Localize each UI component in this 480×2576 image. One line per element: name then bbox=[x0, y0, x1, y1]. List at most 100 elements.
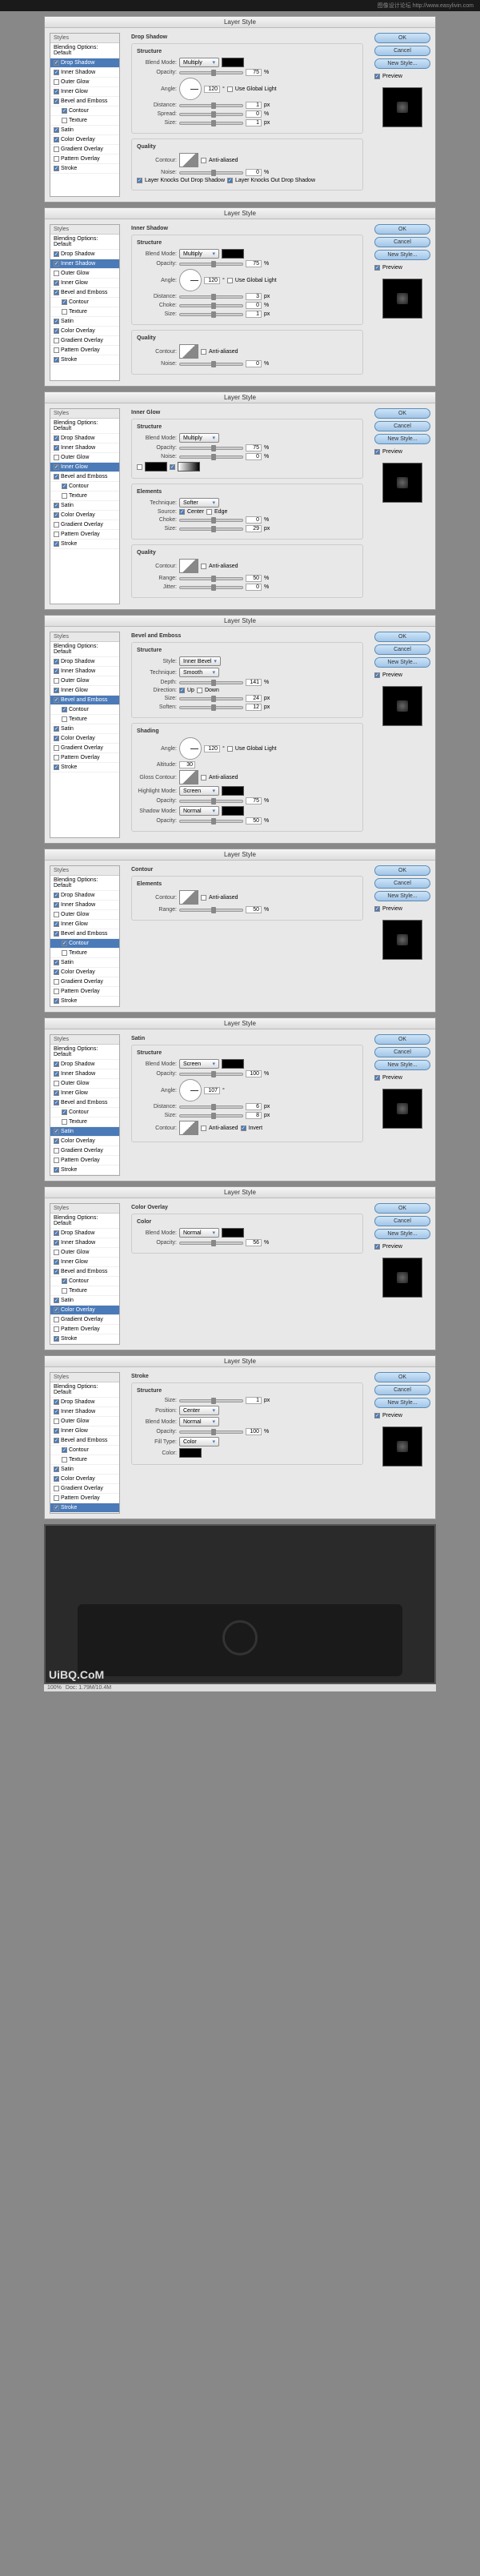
style-item-drop-shadow[interactable]: Drop Shadow bbox=[50, 1060, 119, 1069]
value-input[interactable]: 107 bbox=[204, 1087, 220, 1094]
value-input[interactable]: 50 bbox=[246, 906, 262, 913]
style-item-inner-glow[interactable]: Inner Glow bbox=[50, 463, 119, 472]
preview-checkbox[interactable] bbox=[374, 1413, 380, 1418]
value-input[interactable]: 75 bbox=[246, 797, 262, 804]
value-input[interactable]: 1 bbox=[246, 102, 262, 109]
style-item-inner-shadow[interactable]: Inner Shadow bbox=[50, 68, 119, 78]
checkbox-icon[interactable] bbox=[62, 108, 67, 114]
value-input[interactable]: 100 bbox=[246, 1070, 262, 1077]
cancel-button[interactable]: Cancel bbox=[374, 421, 430, 431]
style-item-inner-glow[interactable]: Inner Glow bbox=[50, 279, 119, 288]
style-item-contour[interactable]: Contour bbox=[50, 1277, 119, 1286]
checkbox-icon[interactable] bbox=[54, 338, 59, 343]
style-item-pattern-overlay[interactable]: Pattern Overlay bbox=[50, 1156, 119, 1166]
checkbox-icon[interactable] bbox=[54, 912, 59, 917]
checkbox-icon[interactable] bbox=[54, 688, 59, 693]
color-swatch[interactable] bbox=[222, 786, 244, 796]
preview-checkbox[interactable] bbox=[374, 906, 380, 912]
style-item-outer-glow[interactable]: Outer Glow bbox=[50, 453, 119, 463]
checkbox-icon[interactable] bbox=[54, 1307, 59, 1313]
ok-button[interactable]: OK bbox=[374, 865, 430, 876]
style-item-satin[interactable]: Satin bbox=[50, 1127, 119, 1137]
cancel-button[interactable]: Cancel bbox=[374, 644, 430, 655]
slider[interactable] bbox=[179, 909, 243, 912]
value-input[interactable]: 29 bbox=[246, 525, 262, 532]
checkbox[interactable] bbox=[241, 1125, 246, 1131]
checkbox-icon[interactable] bbox=[54, 1230, 59, 1236]
checkbox-icon[interactable] bbox=[54, 290, 59, 295]
style-item-stroke[interactable]: Stroke bbox=[50, 1503, 119, 1513]
checkbox-icon[interactable] bbox=[54, 1428, 59, 1434]
value-input[interactable]: 0 bbox=[246, 169, 262, 176]
color-swatch[interactable] bbox=[179, 1448, 202, 1458]
style-item-color-overlay[interactable]: Color Overlay bbox=[50, 1475, 119, 1484]
checkbox-icon[interactable] bbox=[54, 960, 59, 965]
slider[interactable] bbox=[179, 313, 243, 316]
style-item-blending-options-default[interactable]: Blending Options: Default bbox=[50, 876, 119, 891]
slider[interactable] bbox=[179, 363, 243, 366]
contour-picker[interactable] bbox=[179, 770, 198, 784]
slider[interactable] bbox=[179, 1114, 243, 1117]
style-item-texture[interactable]: Texture bbox=[50, 1117, 119, 1127]
dropdown[interactable]: Softer bbox=[179, 498, 219, 508]
style-item-inner-shadow[interactable]: Inner Shadow bbox=[50, 1069, 119, 1079]
checkbox-icon[interactable] bbox=[54, 921, 59, 927]
style-item-drop-shadow[interactable]: Drop Shadow bbox=[50, 1398, 119, 1407]
style-item-blending-options-default[interactable]: Blending Options: Default bbox=[50, 43, 119, 58]
dropdown[interactable]: Multiply bbox=[179, 433, 219, 443]
checkbox-icon[interactable] bbox=[54, 455, 59, 460]
value-input[interactable]: 30 bbox=[179, 761, 195, 768]
style-item-drop-shadow[interactable]: Drop Shadow bbox=[50, 250, 119, 259]
color-swatch[interactable] bbox=[222, 1228, 244, 1238]
style-item-gradient-overlay[interactable]: Gradient Overlay bbox=[50, 1484, 119, 1494]
slider[interactable] bbox=[179, 104, 243, 107]
checkbox-icon[interactable] bbox=[54, 1081, 59, 1086]
checkbox-icon[interactable] bbox=[62, 118, 67, 123]
checkbox-icon[interactable] bbox=[62, 1109, 67, 1115]
checkbox-icon[interactable] bbox=[62, 1119, 67, 1125]
style-item-pattern-overlay[interactable]: Pattern Overlay bbox=[50, 987, 119, 997]
slider[interactable] bbox=[179, 71, 243, 74]
checkbox-icon[interactable] bbox=[54, 678, 59, 684]
slider[interactable] bbox=[179, 1242, 243, 1245]
style-item-color-overlay[interactable]: Color Overlay bbox=[50, 734, 119, 744]
value-input[interactable]: 120 bbox=[204, 277, 220, 284]
style-item-gradient-overlay[interactable]: Gradient Overlay bbox=[50, 145, 119, 154]
style-item-bevel-and-emboss[interactable]: Bevel and Emboss bbox=[50, 696, 119, 705]
checkbox-icon[interactable] bbox=[54, 989, 59, 994]
checkbox-icon[interactable] bbox=[54, 1269, 59, 1274]
dropdown[interactable]: Normal bbox=[179, 1228, 219, 1238]
checkbox-icon[interactable] bbox=[54, 464, 59, 470]
checkbox-icon[interactable] bbox=[54, 98, 59, 104]
style-item-color-overlay[interactable]: Color Overlay bbox=[50, 968, 119, 977]
style-item-blending-options-default[interactable]: Blending Options: Default bbox=[50, 235, 119, 250]
style-item-drop-shadow[interactable]: Drop Shadow bbox=[50, 657, 119, 667]
checkbox-icon[interactable] bbox=[54, 1090, 59, 1096]
style-item-pattern-overlay[interactable]: Pattern Overlay bbox=[50, 154, 119, 164]
checkbox-icon[interactable] bbox=[62, 950, 67, 956]
value-input[interactable]: 0 bbox=[246, 516, 262, 524]
preview-checkbox[interactable] bbox=[374, 449, 380, 455]
checkbox[interactable] bbox=[201, 349, 206, 355]
checkbox-icon[interactable] bbox=[54, 668, 59, 674]
checkbox-icon[interactable] bbox=[54, 1476, 59, 1482]
checkbox-icon[interactable] bbox=[54, 261, 59, 267]
style-item-inner-glow[interactable]: Inner Glow bbox=[50, 87, 119, 97]
checkbox-icon[interactable] bbox=[54, 1250, 59, 1255]
slider[interactable] bbox=[179, 122, 243, 125]
checkbox-icon[interactable] bbox=[54, 532, 59, 537]
style-item-outer-glow[interactable]: Outer Glow bbox=[50, 676, 119, 686]
checkbox-icon[interactable] bbox=[54, 70, 59, 75]
ok-button[interactable]: OK bbox=[374, 632, 430, 642]
dropdown[interactable]: Screen bbox=[179, 1059, 219, 1069]
value-input[interactable]: 141 bbox=[246, 679, 262, 686]
checkbox-icon[interactable] bbox=[54, 1467, 59, 1472]
checkbox-icon[interactable] bbox=[54, 1298, 59, 1303]
value-input[interactable]: 75 bbox=[246, 444, 262, 451]
checkbox-icon[interactable] bbox=[54, 1167, 59, 1173]
style-item-satin[interactable]: Satin bbox=[50, 501, 119, 511]
checkbox-icon[interactable] bbox=[54, 764, 59, 770]
cancel-button[interactable]: Cancel bbox=[374, 878, 430, 889]
slider[interactable] bbox=[179, 295, 243, 299]
style-item-pattern-overlay[interactable]: Pattern Overlay bbox=[50, 530, 119, 540]
